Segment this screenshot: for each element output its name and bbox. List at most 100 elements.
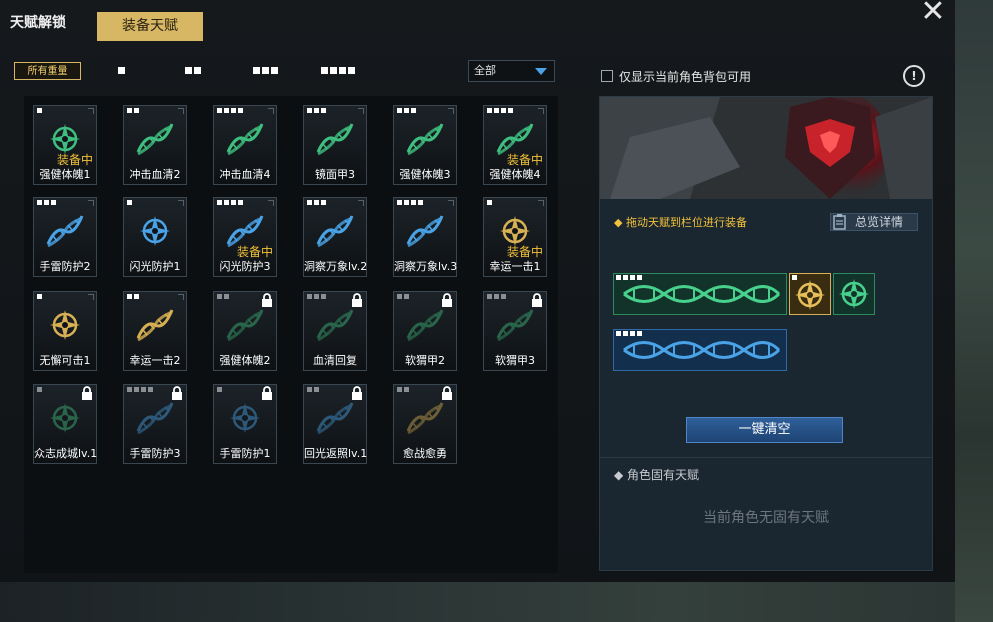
talent-name: 愈战愈勇 [403,447,447,460]
clear-all-button[interactable]: 一键清空 [686,417,843,443]
talent-card[interactable]: 软猬甲2 [393,291,457,371]
talent-card[interactable]: 回光返照lv.1 [303,384,367,464]
dna-icon [402,302,448,348]
tab-talent-unlock[interactable]: 天赋解锁 [10,12,66,32]
weight-dots [307,200,326,205]
corner-mark [358,108,364,114]
filter-all-weight[interactable]: 所有重量 [14,62,81,80]
talent-name: 镜面甲3 [315,168,355,181]
dna-icon [623,285,781,303]
talent-card[interactable]: 装备中 闪光防护3 [213,197,277,277]
weight-dots [217,294,229,299]
talent-card[interactable]: 洞察万象lv.3 [393,197,457,277]
talent-name: 幸运一击2 [129,354,181,367]
talent-card[interactable]: 手雷防护2 [33,197,97,277]
dropdown-value: 全部 [474,64,496,77]
drag-hint: ◆ 拖动天赋到栏位进行装备 [614,216,747,229]
weight-dots [397,294,409,299]
backpack-filter-checkbox[interactable]: 仅显示当前角色背包可用 [601,68,751,85]
compass-rune-icon [795,280,825,310]
corner-mark [178,200,184,206]
inherent-talent-title: ◆ 角色固有天赋 [614,468,700,482]
talent-card[interactable]: 强健体魄3 [393,105,457,185]
background-scene [955,0,993,622]
talent-name: 闪光防护3 [219,260,271,273]
checkbox-box[interactable] [601,70,613,82]
talent-grid: 装备中 强健体魄1 冲击血清2 冲击血清4 镜面甲3 强健体魄3 装备中 强健体魄4 手雷防护2… [24,96,558,573]
drag-hint-text: 拖动天赋到栏位进行装备 [625,216,747,229]
slot-weight-dots [792,275,797,280]
talent-card[interactable]: 手雷防护1 [213,384,277,464]
overview-detail-button[interactable]: 总览详情 [830,213,918,231]
filter-weight-1[interactable] [118,67,125,74]
dna-icon [312,116,358,162]
talent-card[interactable]: 洞察万象lv.2 [303,197,367,277]
tab-equip-talent[interactable]: 装备天赋 [97,12,203,41]
filter-weight-4[interactable] [321,67,355,74]
equipped-slot-green-rune[interactable] [833,273,875,315]
talent-name: 强健体魄2 [219,354,271,367]
weight-dots [37,108,42,113]
talent-name: 血清回复 [313,354,357,367]
checkbox-label: 仅显示当前角色背包可用 [619,70,752,84]
talent-card[interactable]: 冲击血清4 [213,105,277,185]
dna-icon [222,116,268,162]
weight-dots [487,108,513,113]
talent-card[interactable]: 闪光防护1 [123,197,187,277]
talent-card[interactable]: 众志成城lv.1 [33,384,97,464]
compass-rune-icon [132,208,178,254]
talent-card[interactable]: 软猬甲3 [483,291,547,371]
dna-icon [42,208,88,254]
clipboard-icon [833,214,846,230]
divider [600,457,932,458]
talent-card[interactable]: 幸运一击2 [123,291,187,371]
filter-weight-2[interactable] [185,67,201,74]
chevron-down-icon [535,68,547,75]
talent-card[interactable]: 血清回复 [303,291,367,371]
character-portrait [600,97,932,199]
equipped-slot-gold-rune[interactable] [789,273,831,315]
compass-rune-icon [839,279,869,309]
talent-card[interactable]: 无懈可击1 [33,291,97,371]
equipped-slot-green-dna[interactable] [613,273,787,315]
character-banner [600,97,932,199]
filter-weight-3[interactable] [253,67,278,74]
dna-icon [402,208,448,254]
talent-card[interactable]: 装备中 强健体魄1 [33,105,97,185]
talent-name: 手雷防护2 [39,260,91,273]
talent-card[interactable]: 强健体魄2 [213,291,277,371]
inherent-title-text: 角色固有天赋 [627,468,700,482]
talent-card[interactable]: 装备中 幸运一击1 [483,197,547,277]
dna-icon [312,302,358,348]
talent-card[interactable]: 镜面甲3 [303,105,367,185]
corner-mark [88,108,94,114]
talent-card[interactable]: 冲击血清2 [123,105,187,185]
talent-card[interactable]: 装备中 强健体魄4 [483,105,547,185]
dna-icon [132,116,178,162]
corner-mark [448,108,454,114]
slot-weight-dots [616,331,642,336]
category-dropdown[interactable]: 全部 [468,60,555,82]
equipped-slot-blue-dna[interactable] [613,329,787,371]
weight-dots [307,387,319,392]
equip-panel: ◆ 拖动天赋到栏位进行装备 总览详情 一键清空 ◆ 角色固有天赋 当前角色无固有… [599,96,933,571]
weight-dots [397,108,416,113]
talent-name: 强健体魄4 [489,168,541,181]
corner-mark [268,200,274,206]
inherent-talent-empty: 当前角色无固有天赋 [703,510,829,526]
weight-dots [487,200,492,205]
corner-mark [538,200,544,206]
talent-name: 冲击血清4 [219,168,271,181]
corner-mark [538,108,544,114]
talent-name: 无懈可击1 [39,354,91,367]
talent-name: 幸运一击1 [489,260,541,273]
compass-rune-icon [222,395,268,441]
info-icon[interactable]: ! [903,65,925,87]
dna-icon [312,395,358,441]
weight-dots [37,294,42,299]
talent-name: 强健体魄3 [399,168,451,181]
close-icon[interactable]: ✕ [919,0,947,27]
compass-rune-icon [42,302,88,348]
talent-card[interactable]: 愈战愈勇 [393,384,457,464]
talent-card[interactable]: 手雷防护3 [123,384,187,464]
